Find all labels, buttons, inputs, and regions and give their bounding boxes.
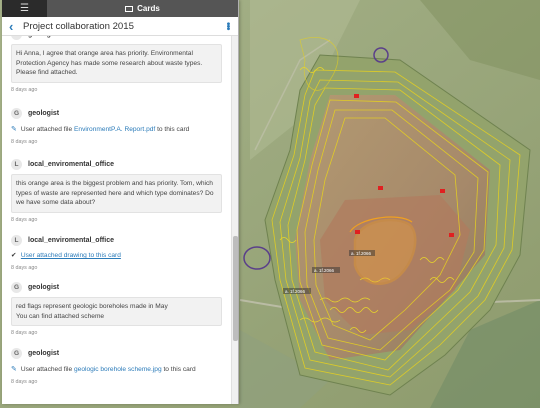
author-name: geologist: [28, 284, 60, 291]
avatar: L: [11, 159, 22, 170]
timestamp: 8 days ago: [11, 86, 38, 93]
author-name: geologist: [28, 110, 60, 117]
tab-cards[interactable]: Cards: [47, 0, 238, 17]
back-chevron-icon[interactable]: ‹: [9, 20, 21, 33]
tab-cards-label: Cards: [137, 4, 160, 13]
avatar: G: [11, 108, 22, 119]
attachment-link[interactable]: EnvironmentP.A. Report.pdf: [74, 126, 155, 133]
author-name: geologist: [28, 350, 60, 357]
scrollbar[interactable]: [231, 36, 238, 404]
list-item: L local_enviromental_office ✔ User attac…: [2, 234, 231, 271]
author-name: geologist: [28, 36, 59, 38]
comment-bubble: this orange area is the biggest problem …: [11, 174, 222, 213]
map-label: a. 1f.2066: [314, 268, 335, 273]
avatar: L: [11, 235, 22, 246]
list-item: Hi Anna, I agree that orange area has pr…: [2, 44, 231, 93]
list-item: G geologist ✎ User attached file Environ…: [2, 107, 231, 145]
attachment-link[interactable]: geologic borehole scheme.jpg: [74, 366, 162, 373]
timestamp: 8 days ago: [11, 330, 38, 337]
avatar: G: [11, 282, 22, 293]
page-title: Project collaboration 2015: [23, 20, 134, 32]
card-icon: [125, 5, 134, 12]
timestamp: 8 days ago: [11, 139, 38, 146]
hamburger-icon[interactable]: ☰: [2, 0, 47, 17]
check-icon: ✔: [11, 252, 17, 259]
scrollbar-thumb[interactable]: [233, 236, 238, 341]
map-label: a. 1f.2066: [285, 289, 306, 294]
author-name: local_enviromental_office: [28, 161, 114, 168]
avatar: G: [11, 348, 22, 359]
activity-feed[interactable]: G geologist Hi Anna, I agree that orange…: [2, 36, 231, 404]
card-header: ‹ Project collaboration 2015 •••: [2, 17, 238, 36]
timestamp: 8 days ago: [11, 379, 38, 386]
drawing-link[interactable]: User attached drawing to this card: [21, 252, 121, 259]
drawing-action: ✔ User attached drawing to this card: [11, 251, 231, 261]
attachment-action: ✎ User attached file geologic borehole s…: [11, 365, 231, 375]
comment-bubble: red flags represent geologic boreholes m…: [11, 297, 222, 327]
avatar: G: [11, 36, 22, 40]
top-bar: ☰ Cards: [2, 0, 238, 17]
timestamp: 8 days ago: [11, 264, 38, 271]
more-options-icon[interactable]: •••: [222, 22, 233, 30]
paperclip-icon: ✎: [11, 366, 17, 373]
paperclip-icon: ✎: [11, 126, 17, 133]
cards-panel: ☰ Cards ‹ Project collaboration 2015 •••…: [2, 0, 239, 404]
list-item: G geologist red flags represent geologic…: [2, 281, 231, 336]
comment-bubble: Hi Anna, I agree that orange area has pr…: [11, 44, 222, 83]
list-item: L local_enviromental_office this orange …: [2, 158, 231, 223]
attachment-action: ✎ User attached file EnvironmentP.A. Rep…: [11, 125, 231, 135]
author-name: local_enviromental_office: [28, 237, 114, 244]
timestamp: 8 days ago: [11, 216, 38, 223]
map-label: a. 1f.2066: [351, 251, 372, 256]
list-item: G geologist ✎ User attached file geologi…: [2, 347, 231, 385]
